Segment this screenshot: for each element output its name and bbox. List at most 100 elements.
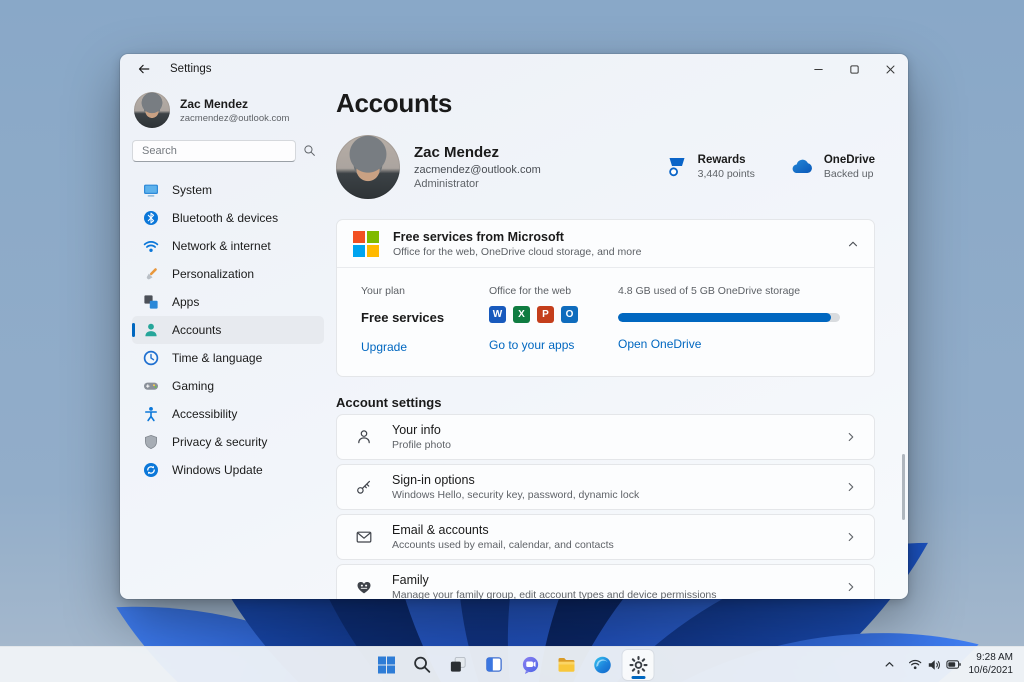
row-subtitle: Accounts used by email, calendar, and co… xyxy=(392,539,614,551)
word-icon[interactable]: W xyxy=(489,306,506,323)
row-title: Family xyxy=(392,573,429,587)
sidebar-item-personalization[interactable]: Personalization xyxy=(132,260,324,288)
tray-date: 10/6/2021 xyxy=(968,664,1014,676)
apps-icon xyxy=(143,294,159,310)
tray-status-area[interactable] xyxy=(908,650,962,680)
sidebar-item-label: Network & internet xyxy=(172,239,271,253)
file-explorer-button[interactable] xyxy=(551,650,582,680)
back-arrow-icon xyxy=(138,64,150,74)
tray-time: 9:28 AM xyxy=(976,652,1013,663)
back-button[interactable] xyxy=(132,58,156,80)
scrollbar-thumb[interactable] xyxy=(902,454,905,520)
sidebar-item-label: Bluetooth & devices xyxy=(172,211,279,225)
task-view-button[interactable] xyxy=(443,650,474,680)
widgets-icon xyxy=(486,657,502,672)
sidebar-item-apps[interactable]: Apps xyxy=(132,288,324,316)
row-subtitle: Profile photo xyxy=(392,439,451,451)
maximize-button[interactable] xyxy=(836,54,872,84)
row-family[interactable]: Family Manage your family group, edit ac… xyxy=(336,564,875,599)
hidden-icons-button[interactable] xyxy=(879,650,901,680)
storage-progress-bar xyxy=(618,313,840,322)
outlook-icon[interactable]: O xyxy=(561,306,578,323)
minimize-button[interactable] xyxy=(800,54,836,84)
sidebar-item-windows-update[interactable]: Windows Update xyxy=(132,456,324,484)
start-button[interactable] xyxy=(371,650,402,680)
system-icon xyxy=(143,182,159,198)
profile-email: zacmendez@outlook.com xyxy=(414,164,541,176)
go-to-apps-link[interactable]: Go to your apps xyxy=(489,338,574,352)
free-services-header[interactable]: Free services from Microsoft Office for … xyxy=(337,220,874,267)
rewards-points: 3,440 points xyxy=(697,168,755,180)
chat-button[interactable] xyxy=(515,650,546,680)
plan-column: Your plan Free services Upgrade xyxy=(361,285,489,356)
row-your-info[interactable]: Your info Profile photo xyxy=(336,414,875,460)
storage-progress-fill xyxy=(618,313,832,322)
row-subtitle: Windows Hello, security key, password, d… xyxy=(392,489,640,501)
widgets-button[interactable] xyxy=(479,650,510,680)
sidebar-item-accounts[interactable]: Accounts xyxy=(132,316,324,344)
bluetooth-icon xyxy=(143,210,159,226)
onedrive-label: OneDrive xyxy=(823,154,875,166)
sidebar-item-network-internet[interactable]: Network & internet xyxy=(132,232,324,260)
sidebar-item-accessibility[interactable]: Accessibility xyxy=(132,400,324,428)
upgrade-link[interactable]: Upgrade xyxy=(361,340,407,354)
sidebar-item-label: System xyxy=(172,183,213,197)
update-icon xyxy=(143,462,159,478)
sidebar-item-bluetooth-devices[interactable]: Bluetooth & devices xyxy=(132,204,324,232)
sidebar-item-privacy-security[interactable]: Privacy & security xyxy=(132,428,324,456)
wifi-icon xyxy=(908,659,921,670)
search-input[interactable] xyxy=(132,140,296,162)
close-button[interactable] xyxy=(872,54,908,84)
plan-value: Free services xyxy=(361,310,445,325)
sidebar-item-time-language[interactable]: Time & language xyxy=(132,344,324,372)
open-onedrive-link[interactable]: Open OneDrive xyxy=(618,337,701,351)
clock[interactable]: 9:28 AM 10/6/2021 xyxy=(969,652,1014,677)
shield-icon xyxy=(143,434,159,450)
free-services-body: Your plan Free services Upgrade Office f… xyxy=(337,268,874,376)
sidebar-item-label: Privacy & security xyxy=(172,435,268,449)
row-subtitle: Manage your family group, edit account t… xyxy=(392,589,717,599)
accessibility-icon xyxy=(143,406,159,422)
storage-column: 4.8 GB used of 5 GB OneDrive storage Ope… xyxy=(618,285,858,356)
search-icon xyxy=(304,145,315,156)
free-services-title: Free services from Microsoft xyxy=(393,229,564,244)
chevron-right-icon xyxy=(848,582,854,592)
storage-label: 4.8 GB used of 5 GB OneDrive storage xyxy=(618,285,801,297)
taskbar: 9:28 AM 10/6/2021 xyxy=(0,646,1024,682)
person-icon xyxy=(355,428,375,446)
key-icon xyxy=(355,478,375,496)
powerpoint-icon[interactable]: P xyxy=(537,306,554,323)
settings-taskbar-button[interactable] xyxy=(622,649,654,680)
search-box xyxy=(132,140,324,162)
sidebar-item-system[interactable]: System xyxy=(132,176,324,204)
profile-name: Zac Mendez xyxy=(414,144,500,161)
sidebar-item-label: Windows Update xyxy=(172,463,263,477)
sidebar-nav: System Bluetooth & devices Network & int… xyxy=(132,176,324,484)
gamepad-icon xyxy=(143,378,159,394)
sidebar-profile[interactable]: Zac Mendez zacmendez@outlook.com xyxy=(132,88,324,140)
sidebar-item-label: Time & language xyxy=(172,351,263,365)
sidebar-item-gaming[interactable]: Gaming xyxy=(132,372,324,400)
titlebar: Settings xyxy=(120,54,908,84)
sidebar-item-label: Personalization xyxy=(172,267,255,281)
taskbar-search-button[interactable] xyxy=(407,650,438,680)
chevron-right-icon xyxy=(848,482,854,492)
plan-label: Your plan xyxy=(361,285,405,297)
rewards-badge[interactable]: Rewards 3,440 points xyxy=(665,154,755,180)
excel-icon[interactable]: X xyxy=(513,306,530,323)
row-sign-in-options[interactable]: Sign-in options Windows Hello, security … xyxy=(336,464,875,510)
chat-icon xyxy=(522,656,538,674)
row-email-accounts[interactable]: Email & accounts Accounts used by email,… xyxy=(336,514,875,560)
gear-icon xyxy=(628,655,648,674)
microsoft-logo-icon xyxy=(353,230,379,257)
office-column: Office for the web W X P O Go to your ap… xyxy=(489,285,618,356)
main-content: Accounts Zac Mendez zacmendez@outlook.co… xyxy=(336,84,908,599)
mail-icon xyxy=(355,528,375,546)
avatar xyxy=(134,92,170,128)
sidebar-user-email: zacmendez@outlook.com xyxy=(180,112,290,124)
edge-button[interactable] xyxy=(587,650,618,680)
onedrive-badge[interactable]: OneDrive Backed up xyxy=(789,154,875,180)
profile-avatar xyxy=(336,135,400,199)
account-hero: Zac Mendez zacmendez@outlook.com Adminis… xyxy=(336,135,875,199)
free-services-subtitle: Office for the web, OneDrive cloud stora… xyxy=(393,245,642,258)
